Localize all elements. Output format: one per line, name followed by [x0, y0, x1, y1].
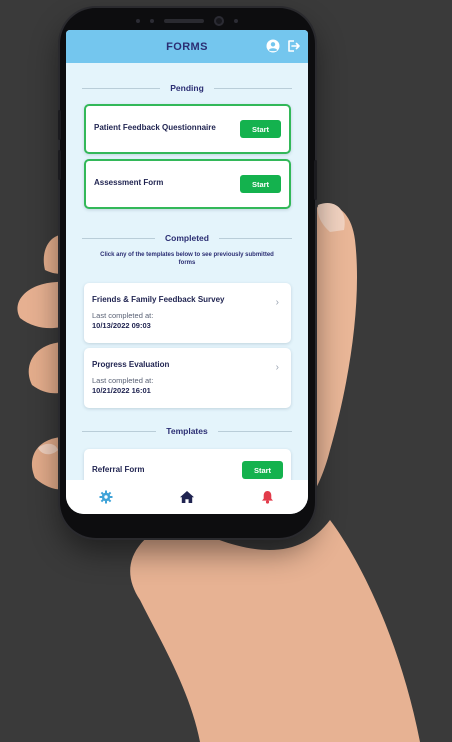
section-label-pending: Pending [170, 83, 204, 93]
divider-line [82, 87, 161, 89]
gear-icon [99, 490, 113, 504]
divider-line [217, 430, 293, 432]
forms-list[interactable]: Pending Patient Feedback Questionnaire S… [66, 63, 308, 480]
header-actions [266, 39, 300, 53]
last-completed-label: Last completed at: [92, 311, 154, 320]
chevron-right-icon: › [275, 297, 279, 308]
start-button[interactable]: Start [240, 175, 281, 193]
form-title: Progress Evaluation [92, 360, 170, 369]
nav-home-button[interactable] [176, 486, 198, 508]
last-completed-date: 10/13/2022 09:03 [92, 321, 151, 330]
template-form-card[interactable]: Referral Form Start [84, 449, 291, 480]
phone-side-button [58, 110, 61, 140]
divider-line [218, 237, 293, 239]
form-title: Friends & Family Feedback Survey [92, 295, 225, 304]
bell-icon [262, 491, 274, 504]
nav-notifications-button[interactable] [257, 486, 279, 508]
phone-power-button [314, 160, 317, 200]
chevron-right-icon: › [275, 362, 279, 373]
form-title: Referral Form [92, 465, 145, 474]
completed-form-card[interactable]: Friends & Family Feedback Survey Last co… [84, 283, 291, 343]
completed-form-card[interactable]: Progress Evaluation Last completed at: 1… [84, 348, 291, 408]
logout-icon[interactable] [286, 39, 300, 53]
section-label-templates: Templates [166, 426, 208, 436]
section-divider-templates: Templates [82, 424, 293, 438]
pending-form-card[interactable]: Assessment Form Start [84, 159, 291, 209]
phone-top-sensors [66, 14, 308, 28]
section-divider-completed: Completed [82, 231, 293, 245]
divider-line [82, 430, 157, 432]
app-header: FORMS [66, 30, 308, 63]
nav-settings-button[interactable] [95, 486, 117, 508]
phone-side-button [58, 150, 61, 180]
last-completed-date: 10/21/2022 16:01 [92, 386, 151, 395]
sensor-dot [136, 19, 140, 23]
bottom-navigation [66, 480, 308, 514]
form-title: Patient Feedback Questionnaire [94, 123, 216, 132]
divider-line [82, 237, 156, 239]
sensor-dot [150, 19, 154, 23]
start-button[interactable]: Start [240, 120, 281, 138]
page-title: FORMS [166, 40, 208, 53]
form-title: Assessment Form [94, 178, 164, 187]
user-account-icon[interactable] [266, 39, 280, 53]
divider-line [213, 87, 292, 89]
section-divider-pending: Pending [82, 81, 292, 95]
pending-form-card[interactable]: Patient Feedback Questionnaire Start [84, 104, 291, 154]
home-icon [179, 491, 194, 503]
start-button[interactable]: Start [242, 461, 283, 479]
app-screen: FORMS Pending Patient Feedback Questionn… [66, 30, 308, 514]
earpiece-speaker [164, 19, 204, 23]
sensor-dot [234, 19, 238, 23]
completed-hint-text: Click any of the templates below to see … [100, 252, 274, 266]
last-completed-label: Last completed at: [92, 376, 154, 385]
front-camera [214, 16, 224, 26]
section-label-completed: Completed [165, 233, 209, 243]
